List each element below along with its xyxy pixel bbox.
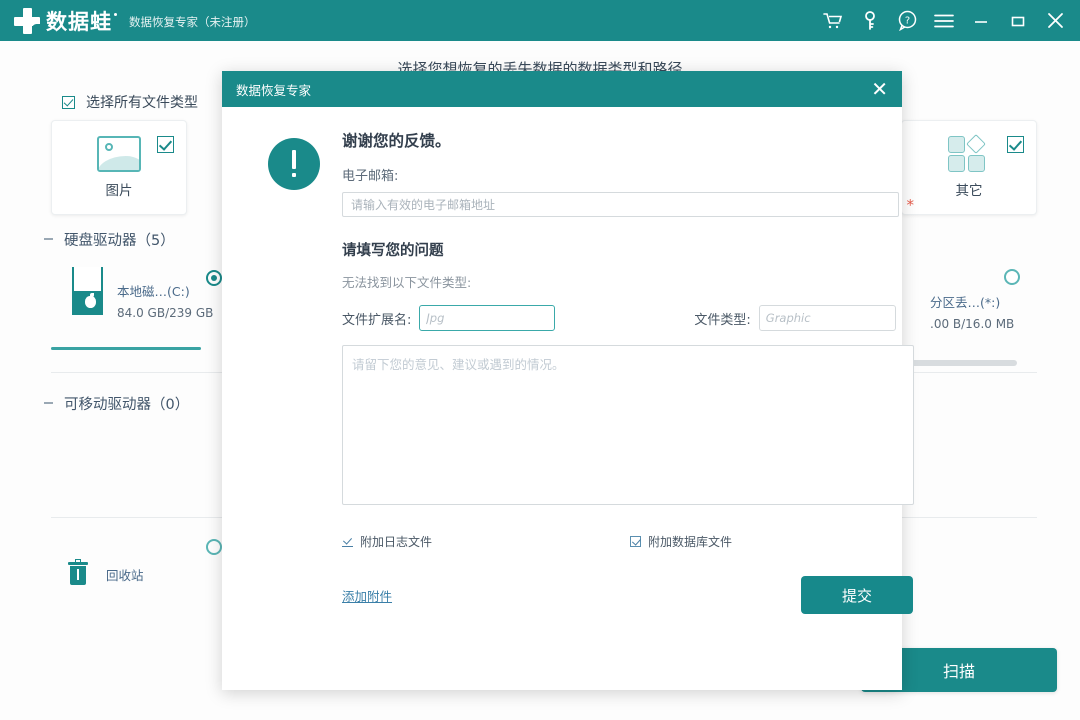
filetype-picture-label: 图片 <box>106 179 133 199</box>
logo-dot-icon <box>114 13 117 16</box>
drive-usage-bar <box>51 347 201 350</box>
app-subtitle: 数据恢复专家（未注册） <box>129 14 256 30</box>
menu-icon[interactable] <box>933 10 955 32</box>
select-all-label: 选择所有文件类型 <box>86 92 198 112</box>
title-bar: 数据蛙 数据恢复专家（未注册） ? <box>0 0 1080 41</box>
attachment-options-row: 附加日志文件 附加数据库文件 <box>342 533 914 550</box>
minimize-icon[interactable] <box>970 10 992 32</box>
group-title-hard-drives: 硬盘驱动器（5） <box>64 229 175 250</box>
drive-item-local-c[interactable]: 本地磁…(C:) 84.0 GB/239 GB <box>72 267 213 320</box>
cart-icon[interactable] <box>822 10 844 32</box>
attach-db-label: 附加数据库文件 <box>648 533 732 550</box>
picture-icon <box>97 136 141 172</box>
collapse-hard-drives-icon[interactable] <box>44 238 53 240</box>
exclamation-icon <box>268 138 320 190</box>
question-section-title: 请填写您的问题 <box>342 239 914 260</box>
filetype-other-label: 其它 <box>956 179 983 199</box>
email-label: 电子邮箱: <box>342 165 914 184</box>
drive-size: .00 B/16.0 MB <box>930 317 1014 331</box>
close-icon[interactable] <box>1044 10 1066 32</box>
drive-name: 分区丢…(*:) <box>930 292 1014 311</box>
recycle-bin-radio[interactable] <box>206 539 222 555</box>
svg-text:?: ? <box>904 16 909 27</box>
dialog-heading: 谢谢您的反馈。 <box>342 129 914 151</box>
collapse-removable-drives-icon[interactable] <box>44 402 53 404</box>
feedback-form: 谢谢您的反馈。 电子邮箱: * 请填写您的问题 无法找到以下文件类型: 文件扩展… <box>342 129 914 614</box>
filetype-card-list: 图片 <box>51 120 187 215</box>
drive-item-lost-partition[interactable]: 分区丢…(*:) .00 B/16.0 MB <box>930 292 1014 331</box>
file-extension-label: 文件扩展名: <box>342 309 411 328</box>
attach-log-checkbox[interactable] <box>342 536 353 547</box>
filetype-picture-checkbox[interactable] <box>157 136 174 153</box>
drive-radio-lost-partition[interactable] <box>1004 269 1020 285</box>
filetype-other-checkbox[interactable] <box>1007 136 1024 153</box>
drive-name: 本地磁…(C:) <box>117 281 213 300</box>
frog-cross-logo-icon <box>14 8 40 34</box>
file-type-label: 文件类型: <box>694 309 750 328</box>
help-icon[interactable]: ? <box>896 10 918 32</box>
file-info-row: 文件扩展名: 文件类型: <box>342 305 914 331</box>
drive-radio-local-c[interactable] <box>206 270 222 286</box>
recycle-bin-label: 回收站 <box>106 565 144 584</box>
filetype-card-other[interactable]: 其它 <box>901 120 1037 215</box>
brand-name: 数据蛙 <box>46 6 112 36</box>
dialog-title: 数据恢复专家 <box>236 80 311 99</box>
dialog-close-icon[interactable]: ✕ <box>871 79 888 99</box>
email-input[interactable] <box>342 192 899 217</box>
titlebar-actions: ? <box>822 10 1080 32</box>
application-window: 数据蛙 数据恢复专家（未注册） ? <box>0 0 1080 720</box>
dialog-body: 谢谢您的反馈。 电子邮箱: * 请填写您的问题 无法找到以下文件类型: 文件扩展… <box>222 107 902 614</box>
file-type-input[interactable] <box>759 305 896 331</box>
required-asterisk: * <box>907 196 915 214</box>
email-row: * <box>342 192 914 217</box>
drive-size: 84.0 GB/239 GB <box>117 306 213 320</box>
question-subtitle: 无法找到以下文件类型: <box>342 272 914 291</box>
select-all-checkbox[interactable] <box>62 96 75 109</box>
dialog-footer: 添加附件 提交 <box>342 576 914 614</box>
attach-db-checkbox[interactable] <box>630 536 641 547</box>
message-textarea[interactable] <box>342 345 914 505</box>
app-logo: 数据蛙 <box>14 6 117 36</box>
select-all-filetypes-row[interactable]: 选择所有文件类型 <box>62 92 198 112</box>
filetype-card-picture[interactable]: 图片 <box>51 120 187 215</box>
attach-db-option[interactable]: 附加数据库文件 <box>630 533 732 550</box>
trash-icon <box>68 562 88 586</box>
horizontal-scrollbar[interactable] <box>905 360 1017 366</box>
file-extension-input[interactable] <box>419 305 555 331</box>
group-title-removable-drives: 可移动驱动器（0） <box>64 393 189 414</box>
drive-icon <box>72 267 103 315</box>
key-icon[interactable] <box>859 10 881 32</box>
other-files-icon <box>946 136 992 172</box>
submit-button[interactable]: 提交 <box>801 576 913 614</box>
feedback-dialog: 数据恢复专家 ✕ 谢谢您的反馈。 电子邮箱: * 请填写您的问题 无法找到以下文… <box>222 71 902 690</box>
add-attachment-link[interactable]: 添加附件 <box>342 586 392 605</box>
dialog-header: 数据恢复专家 ✕ <box>222 71 902 107</box>
recycle-bin-item[interactable]: 回收站 <box>68 562 144 586</box>
maximize-icon[interactable] <box>1007 10 1029 32</box>
attach-log-option[interactable]: 附加日志文件 <box>342 533 432 550</box>
attach-log-label: 附加日志文件 <box>360 533 432 550</box>
